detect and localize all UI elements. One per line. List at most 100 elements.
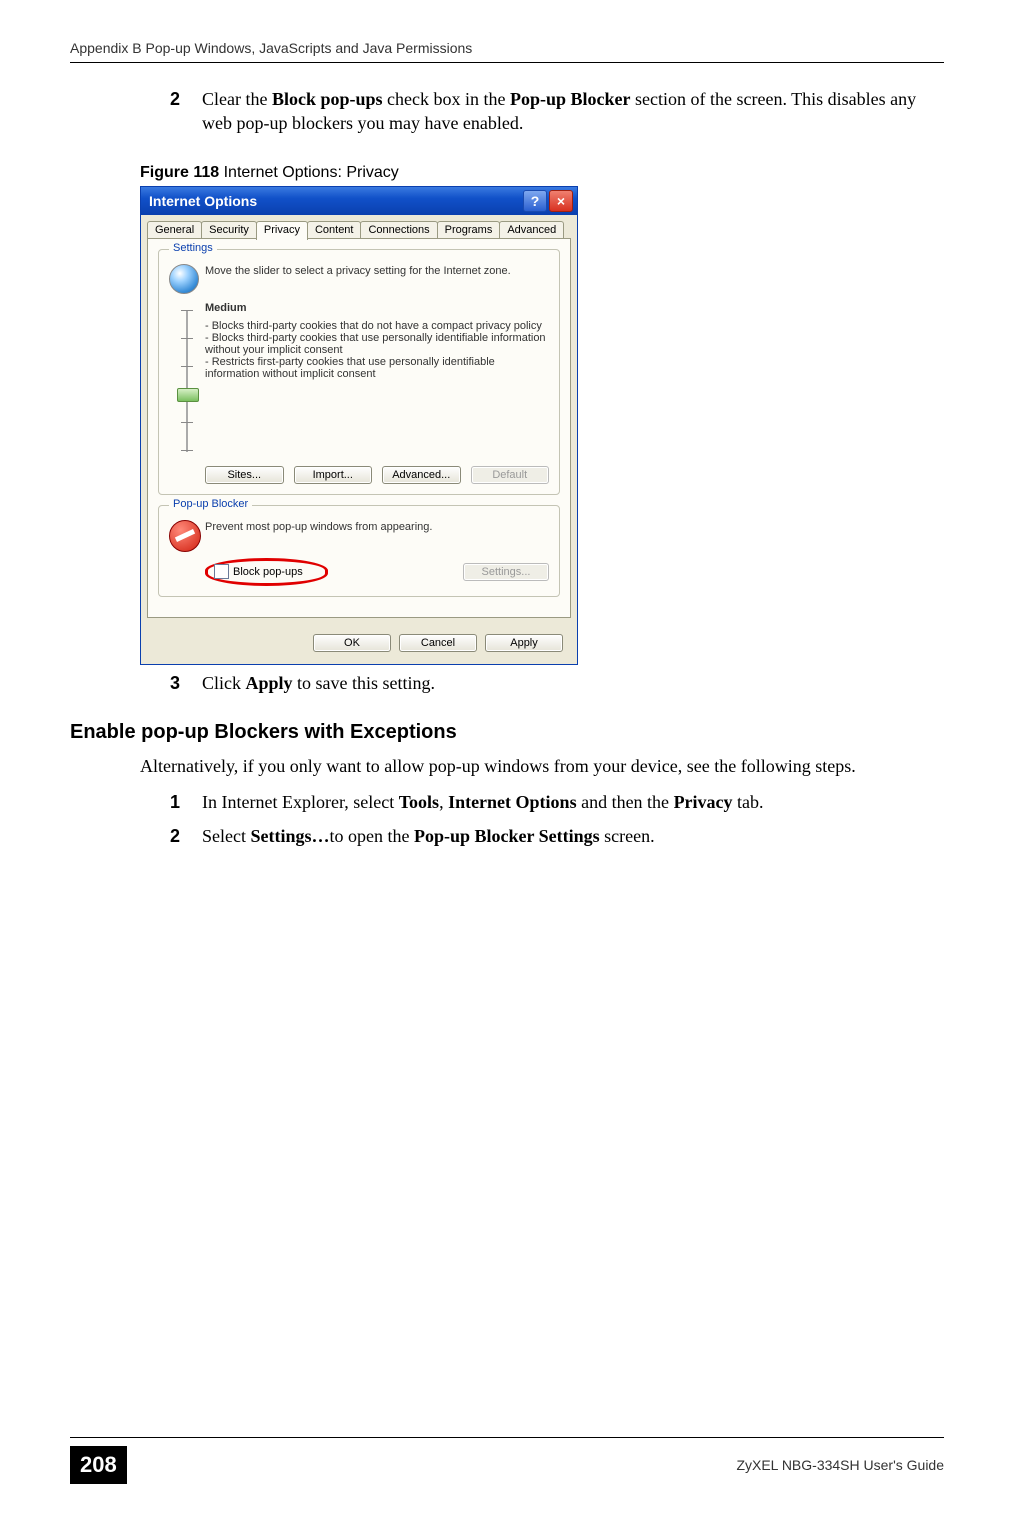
step-number: 2: [170, 824, 194, 848]
settings-button-row: Sites... Import... Advanced... Default: [169, 466, 549, 484]
step-text: In Internet Explorer, select Tools, Inte…: [202, 790, 944, 814]
tab-general[interactable]: General: [147, 221, 202, 238]
step-number: 2: [170, 87, 194, 136]
section-intro: Alternatively, if you only want to allow…: [140, 754, 944, 778]
tab-connections[interactable]: Connections: [360, 221, 437, 238]
text-fragment: Clear the: [202, 89, 272, 109]
text-fragment: to save this setting.: [293, 673, 436, 693]
tab-security[interactable]: Security: [201, 221, 257, 238]
cancel-button[interactable]: Cancel: [399, 634, 477, 652]
text-fragment: tab.: [733, 792, 764, 812]
bold-fragment: Block pop-ups: [272, 89, 383, 109]
icon-col: [169, 520, 205, 552]
guide-title: ZyXEL NBG-334SH User's Guide: [736, 1457, 944, 1473]
internet-options-dialog: Internet Options ? × General Security Pr…: [140, 186, 578, 665]
slider-tick: [181, 422, 193, 423]
close-icon: ×: [557, 193, 565, 209]
icon-col: [169, 264, 205, 294]
intro-row: Move the slider to select a privacy sett…: [169, 264, 549, 294]
settings-intro: Move the slider to select a privacy sett…: [205, 264, 549, 294]
tab-privacy[interactable]: Privacy: [256, 221, 308, 240]
popup-checkbox-row: Block pop-ups Settings...: [169, 558, 549, 586]
text-fragment: check box in the: [383, 89, 510, 109]
popup-blocker-group: Pop-up Blocker Prevent most pop-up windo…: [158, 505, 560, 597]
group-legend: Pop-up Blocker: [169, 498, 252, 510]
popup-intro-row: Prevent most pop-up windows from appeari…: [169, 520, 549, 552]
bold-fragment: Apply: [246, 673, 293, 693]
text-fragment: Click: [202, 673, 246, 693]
slider-area: Medium - Blocks third-party cookies that…: [169, 302, 549, 456]
slider-tick: [181, 310, 193, 311]
slider-tick: [181, 338, 193, 339]
footer-row: 208 ZyXEL NBG-334SH User's Guide: [70, 1446, 944, 1484]
page: Appendix B Pop-up Windows, JavaScripts a…: [0, 0, 1014, 1524]
help-button[interactable]: ?: [523, 190, 547, 212]
popup-intro: Prevent most pop-up windows from appeari…: [205, 520, 549, 552]
text-fragment: and then the: [577, 792, 674, 812]
block-popups-label: Block pop-ups: [233, 566, 303, 578]
default-button: Default: [471, 466, 550, 484]
tab-strip: General Security Privacy Content Connect…: [141, 215, 577, 238]
slider-tick: [181, 450, 193, 451]
privacy-panel: Settings Move the slider to select a pri…: [147, 238, 571, 618]
block-popups-checkbox[interactable]: [214, 564, 229, 579]
block-icon: [169, 520, 201, 552]
section-heading: Enable pop-up Blockers with Exceptions: [70, 721, 944, 744]
bold-fragment: Internet Options: [448, 792, 577, 812]
text-fragment: screen.: [600, 826, 655, 846]
step-2: 2 Clear the Block pop-ups check box in t…: [170, 87, 944, 136]
slider-thumb[interactable]: [177, 388, 199, 402]
text-fragment: Select: [202, 826, 250, 846]
step-2b: 2 Select Settings…to open the Pop-up Blo…: [170, 824, 944, 848]
step-number: 1: [170, 790, 194, 814]
step-text: Select Settings…to open the Pop-up Block…: [202, 824, 944, 848]
tab-content[interactable]: Content: [307, 221, 362, 238]
slider-track: [186, 310, 188, 452]
figure-caption: Figure 118 Internet Options: Privacy: [140, 164, 944, 182]
settings-group: Settings Move the slider to select a pri…: [158, 249, 560, 495]
bold-fragment: Privacy: [674, 792, 733, 812]
dialog-title: Internet Options: [149, 193, 257, 209]
page-number: 208: [70, 1446, 127, 1484]
slider-description: Medium - Blocks third-party cookies that…: [205, 302, 549, 456]
bullet: - Restricts first-party cookies that use…: [205, 356, 549, 380]
import-button[interactable]: Import...: [294, 466, 373, 484]
figure-label: Figure 118: [140, 164, 219, 181]
running-header: Appendix B Pop-up Windows, JavaScripts a…: [70, 40, 944, 56]
sites-button[interactable]: Sites...: [205, 466, 284, 484]
figure-title: Internet Options: Privacy: [219, 164, 399, 181]
privacy-level: Medium: [205, 302, 549, 314]
text-fragment: to open the: [330, 826, 414, 846]
text-fragment: ,: [439, 792, 448, 812]
advanced-button[interactable]: Advanced...: [382, 466, 461, 484]
step-3: 3 Click Apply to save this setting.: [170, 671, 944, 695]
footer-rule: [70, 1437, 944, 1438]
dialog-titlebar[interactable]: Internet Options ? ×: [141, 187, 577, 215]
highlight-ring: Block pop-ups: [205, 558, 328, 586]
slider-tick: [181, 366, 193, 367]
bold-fragment: Pop-up Blocker: [510, 89, 631, 109]
header-rule: [70, 62, 944, 63]
slider-col: [169, 302, 205, 456]
step-text: Clear the Block pop-ups check box in the…: [202, 87, 944, 136]
tab-programs[interactable]: Programs: [437, 221, 501, 238]
step-number: 3: [170, 671, 194, 695]
bold-fragment: Settings…: [250, 826, 329, 846]
popup-settings-button: Settings...: [463, 563, 549, 581]
apply-button[interactable]: Apply: [485, 634, 563, 652]
privacy-slider[interactable]: [179, 306, 195, 456]
page-footer: 208 ZyXEL NBG-334SH User's Guide: [70, 1437, 944, 1484]
text-fragment: In Internet Explorer, select: [202, 792, 399, 812]
bold-fragment: Pop-up Blocker Settings: [414, 826, 600, 846]
globe-icon: [169, 264, 199, 294]
bullet: - Blocks third-party cookies that use pe…: [205, 332, 549, 356]
tab-advanced[interactable]: Advanced: [499, 221, 564, 238]
close-button[interactable]: ×: [549, 190, 573, 212]
ok-button[interactable]: OK: [313, 634, 391, 652]
step-1b: 1 In Internet Explorer, select Tools, In…: [170, 790, 944, 814]
step-text: Click Apply to save this setting.: [202, 671, 944, 695]
help-icon: ?: [531, 193, 540, 209]
bullet: - Blocks third-party cookies that do not…: [205, 320, 549, 332]
bold-fragment: Tools: [399, 792, 439, 812]
group-legend: Settings: [169, 242, 217, 254]
